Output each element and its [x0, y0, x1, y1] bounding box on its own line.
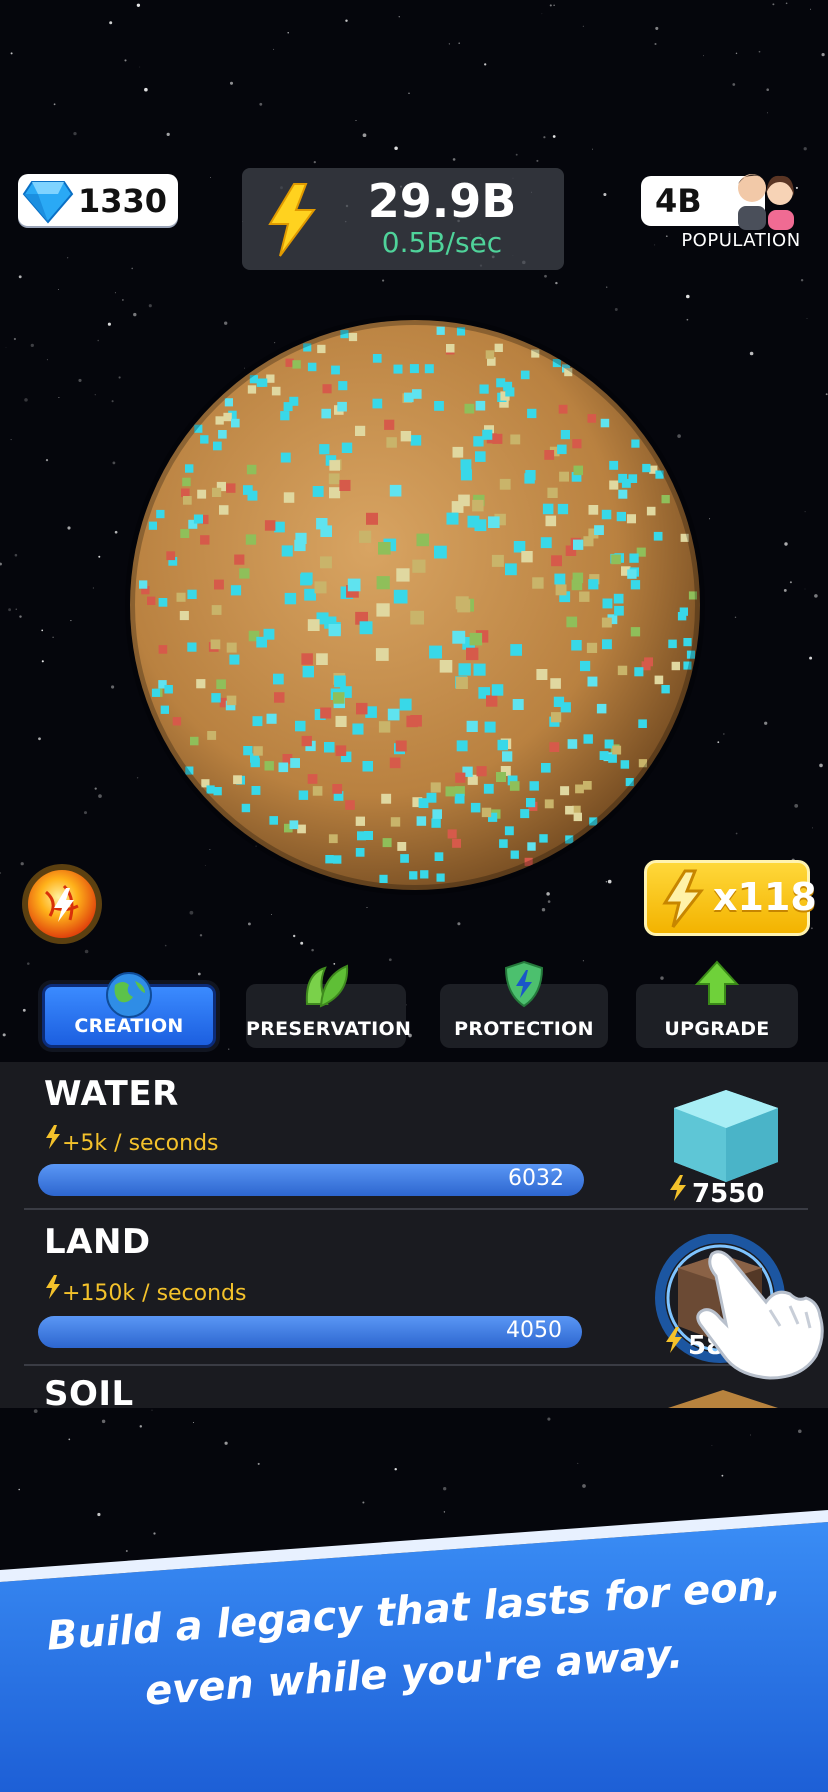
upgrade-cost-value: 7550: [692, 1179, 765, 1209]
element-name: SOIL: [44, 1374, 134, 1408]
tab-label: UPGRADE: [664, 1018, 770, 1040]
gem-count: 1330: [78, 182, 168, 220]
progress-bar: 6032: [38, 1164, 584, 1196]
tab-upgrade[interactable]: UPGRADE: [636, 960, 798, 1048]
energy-total: 29.9B: [367, 174, 517, 228]
population-value: 4B: [655, 182, 702, 220]
multiplier-button[interactable]: x118: [644, 860, 817, 936]
tab-preservation[interactable]: PRESERVATION: [246, 964, 412, 1048]
population-label: POPULATION: [681, 230, 801, 251]
energy-panel: 29.9B 0.5B/sec: [242, 168, 564, 270]
progress-value: 6032: [508, 1166, 564, 1191]
shield-icon: [504, 960, 544, 1008]
lightning-icon: [662, 869, 705, 928]
lightning-icon: [268, 183, 316, 257]
diamond-icon: [22, 181, 74, 224]
element-name: LAND: [44, 1222, 151, 1262]
energy-rate: 0.5B/sec: [381, 226, 503, 259]
tab-label: PRESERVATION: [246, 1018, 412, 1040]
lightning-icon: [46, 1275, 60, 1299]
progress-value: 4050: [506, 1318, 562, 1343]
element-name: WATER: [44, 1074, 179, 1114]
lightning-icon: [46, 1125, 60, 1149]
list-item-water[interactable]: WATER +5k / seconds 6032 7550: [0, 1062, 828, 1214]
element-rate-text: +150k / seconds: [62, 1281, 247, 1306]
element-rate: +150k / seconds: [44, 1274, 247, 1306]
element-rate: +5k / seconds: [44, 1124, 219, 1156]
multiplier-label: x118: [713, 875, 817, 919]
lightning-icon: [670, 1175, 686, 1201]
population-avatars-icon: [738, 174, 794, 230]
tab-label: PROTECTION: [454, 1018, 594, 1040]
upgrade-cost: 7550: [668, 1174, 764, 1209]
water-block-icon[interactable]: [670, 1088, 782, 1184]
leaf-icon: [305, 964, 349, 1008]
progress-bar: 4050: [38, 1316, 582, 1348]
tab-protection[interactable]: PROTECTION: [440, 960, 608, 1048]
pointing-hand-icon: [696, 1250, 824, 1380]
tab-label: CREATION: [74, 1015, 184, 1037]
planet[interactable]: [120, 310, 710, 900]
element-rate-text: +5k / seconds: [62, 1131, 219, 1156]
soil-block-icon: [668, 1390, 778, 1408]
earth-icon: [106, 972, 152, 1018]
sun-boost-icon[interactable]: [20, 862, 104, 946]
tab-creation[interactable]: CREATION: [42, 972, 216, 1048]
arrow-up-icon: [695, 960, 739, 1005]
gem-counter[interactable]: 1330: [18, 174, 178, 226]
